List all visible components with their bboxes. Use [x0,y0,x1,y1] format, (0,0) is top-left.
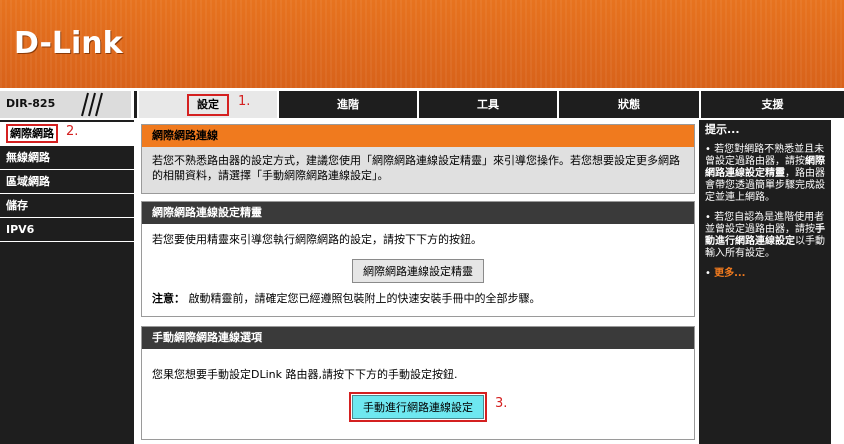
dlink-logo: D-Link [14,26,123,61]
slashes-icon [81,92,103,117]
tab-support[interactable]: 支援 [699,91,844,118]
panel3-text: 您果您想要手動設定DLink 路由器,請按下下方的手動設定按鈕. [152,368,458,381]
tab-tools[interactable]: 工具 [417,91,557,118]
right-margin [831,120,844,444]
panel1-text: 若您不熟悉路由器的設定方式，建議您使用「網際網路連線設定精靈」來引導您操作。若您… [152,154,680,182]
panel2-title: 網際網路連線設定精靈 [142,202,694,224]
help-paragraph-1: • 若您對網路不熟悉並且未曾設定過路由器，請按網際網路連線設定精靈，路由器會帶您… [705,144,825,203]
main-content: 網際網路連線 若您不熟悉路由器的設定方式，建議您使用「網際網路連線設定精靈」來引… [137,120,698,444]
sidebar: 網際網路 無線網路 區域網路 儲存 IPV6 [0,120,134,444]
panel2-note: 注意： 啟動精靈前，請確定您已經遵照包裝附上的快速安裝手冊中的全部步驟。 [142,289,694,312]
sidebar-item-lan[interactable]: 區域網路 [0,170,134,194]
annotation-2: 2. [66,124,79,139]
tab-advanced[interactable]: 進階 [277,91,417,118]
sidebar-item-internet-label: 網際網路 [6,124,58,143]
manual-panel: 手動網際網路連線選項 您果您想要手動設定DLink 路由器,請按下下方的手動設定… [141,326,695,440]
tab-status[interactable]: 狀態 [557,91,699,118]
note-label: 注意： [152,292,185,305]
panel1-title: 網際網路連線 [142,125,694,147]
manual-button-highlight: 手動進行網路連線設定 [349,392,487,422]
sidebar-item-wireless[interactable]: 無線網路 [0,146,134,170]
wizard-panel: 網際網路連線設定精靈 若您要使用精靈來引導您執行網際網路的設定，請按下下方的按鈕… [141,201,695,317]
tab-setup-label: 設定 [187,94,229,116]
panel2-text: 若您要使用精靈來引導您執行網際網路的設定，請按下下方的按鈕。 [152,233,482,246]
help-paragraph-2: • 若您自認為是進階使用者並曾設定過路由器，請按手動進行網路連線設定以手動輸入所… [705,212,825,259]
help-panel: 提示... • 若您對網路不熟悉並且未曾設定過路由器，請按網際網路連線設定精靈，… [699,120,831,444]
more-link[interactable]: 更多... [714,268,745,279]
model-label: DIR-825 [6,97,56,110]
sidebar-item-ipv6[interactable]: IPV6 [0,218,134,242]
manual-setup-button[interactable]: 手動進行網路連線設定 [352,395,484,419]
wizard-button[interactable]: 網際網路連線設定精靈 [352,259,484,283]
help-p2-text: 若您自認為是進階使用者並曾設定過路由器，請按 [705,212,825,235]
help-title: 提示... [705,123,740,136]
tab-setup[interactable]: 設定 [137,91,277,118]
sidebar-item-storage[interactable]: 儲存 [0,194,134,218]
model-box: DIR-825 [0,91,134,118]
help-more: • 更多... [705,268,746,279]
header-banner: D-Link [0,0,844,88]
annotation-3: 3. [495,396,508,411]
internet-connection-panel: 網際網路連線 若您不熟悉路由器的設定方式，建議您使用「網際網路連線設定精靈」來引… [141,124,695,194]
panel3-title: 手動網際網路連線選項 [142,327,694,349]
annotation-1: 1. [238,94,251,109]
note-text: 啟動精靈前，請確定您已經遵照包裝附上的快速安裝手冊中的全部步驟。 [188,292,541,305]
